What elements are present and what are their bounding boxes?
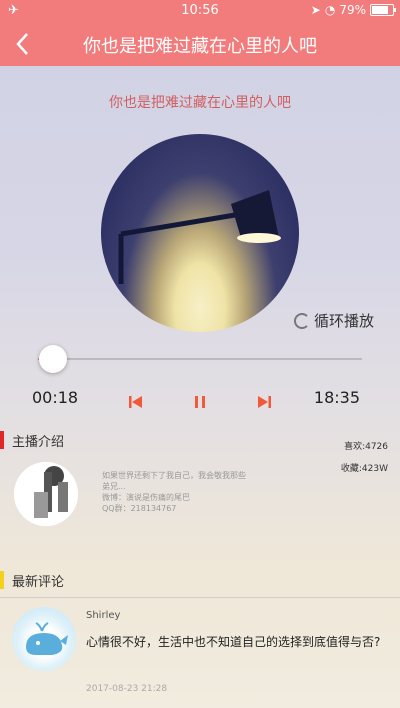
loop-icon [294, 312, 310, 329]
loop-mode-label: 循环播放 [314, 312, 375, 330]
progress-bar[interactable] [38, 358, 362, 360]
favorites-count: 收藏:423W [340, 464, 388, 474]
location-icon: ➤ [310, 3, 321, 17]
divider [0, 597, 400, 598]
comments-section-header: 最新评论 [0, 570, 64, 590]
total-time: 18:35 [313, 388, 360, 407]
back-button[interactable] [10, 28, 34, 63]
pause-icon [195, 396, 205, 408]
comments-heading: 最新评论 [12, 574, 65, 590]
anchor-description: 如果世界还剩下了我自己，我会敬我那些 弟兄... 微博：演说是伤痛的尾巴 QQ群… [102, 470, 322, 514]
comment-text: 心情很不好，生活中也不知道自己的选择到底值得与否? [86, 635, 381, 649]
skip-next-icon [258, 396, 271, 408]
commenter-name: Shirley [86, 610, 121, 621]
status-right: ➤ ◔ 79% [310, 3, 396, 17]
skip-previous-icon [129, 396, 142, 408]
section-marker [0, 571, 4, 589]
anchor-stats: 喜欢:4726 收藏:423W [341, 441, 388, 475]
pause-button[interactable] [190, 392, 210, 412]
page-title: 你也是把难过藏在心里的人吧 [83, 36, 317, 57]
anchor-desc-line: 如果世界还剩下了我自己，我会敬我那些 [102, 471, 246, 480]
commenter-avatar[interactable] [12, 607, 76, 671]
loop-mode-button[interactable]: 循环播放 [294, 310, 374, 331]
likes-count: 喜欢:4726 [344, 442, 388, 452]
nav-bar: 你也是把难过藏在心里的人吧 [0, 22, 400, 66]
anchor-avatar-image [14, 462, 78, 526]
anchor-desc-line: 弟兄... [102, 482, 126, 491]
chevron-left-icon [16, 33, 28, 55]
anchor-section-header: 主播介绍 [0, 430, 64, 450]
anchor-desc-line: 微博：演说是伤痛的尾巴 [102, 493, 190, 502]
section-marker [0, 431, 4, 449]
song-title: 你也是把难过藏在心里的人吧 [109, 95, 291, 111]
anchor-desc-line: QQ群：218134767 [102, 504, 177, 513]
anchor-heading: 主播介绍 [12, 434, 65, 450]
album-cover [101, 134, 299, 332]
comment-time: 2017-08-23 21:28 [86, 684, 168, 694]
lamp-illustration [118, 190, 281, 284]
status-bar: ✈ 10:56 ➤ ◔ 79% [0, 0, 400, 22]
battery-percent: 79% [339, 3, 366, 17]
next-button[interactable] [254, 392, 274, 412]
whale-icon [26, 622, 68, 655]
battery-icon [370, 4, 396, 16]
anchor-avatar[interactable] [14, 462, 78, 526]
alarm-icon: ◔ [324, 3, 336, 17]
previous-button[interactable] [126, 392, 146, 412]
current-time: 00:18 [32, 388, 79, 407]
progress-knob[interactable] [39, 345, 68, 373]
